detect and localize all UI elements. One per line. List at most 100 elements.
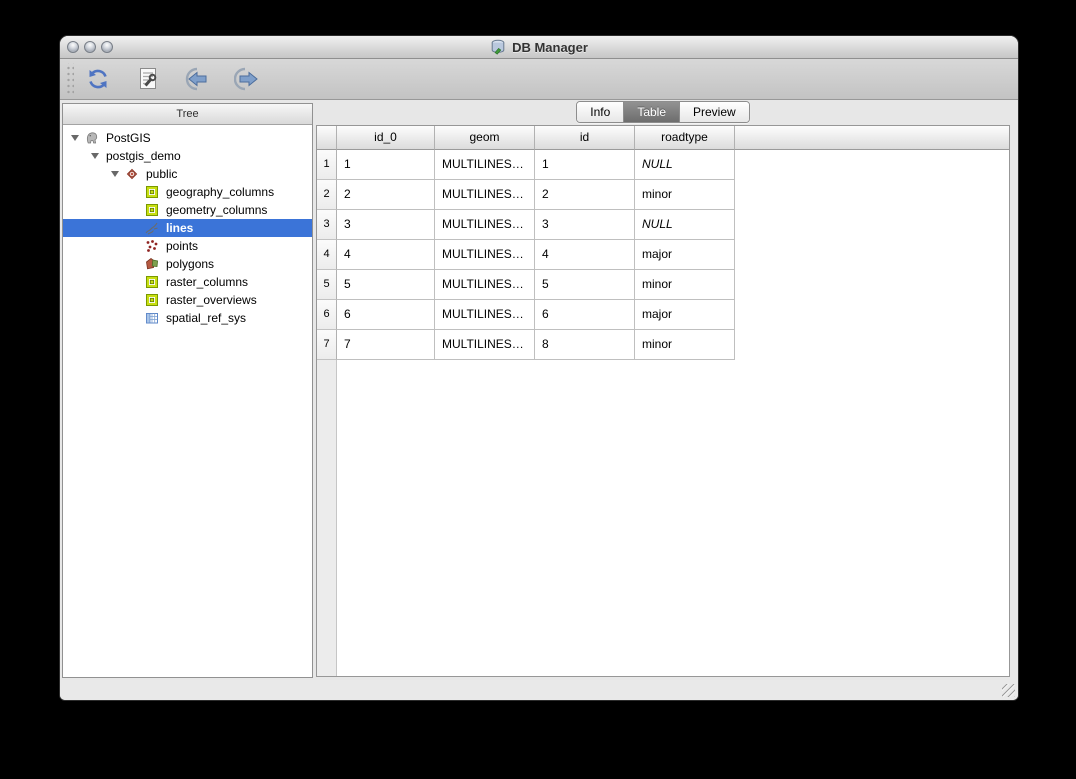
tree-item-label: polygons (166, 257, 215, 271)
cell-id_0[interactable]: 3 (337, 210, 435, 240)
cell-id_0[interactable]: 2 (337, 180, 435, 210)
sql-window-icon (136, 66, 160, 92)
expand-arrow-icon[interactable] (66, 135, 84, 141)
cell-geom[interactable]: MULTILINES… (435, 240, 535, 270)
cell-id_0[interactable]: 7 (337, 330, 435, 360)
tree-item-public[interactable]: public (63, 165, 312, 183)
tree-item-label: geometry_columns (166, 203, 268, 217)
polygon-layer-icon (144, 256, 160, 272)
titlebar[interactable]: DB Manager (60, 36, 1018, 59)
row-number[interactable]: 4 (317, 240, 337, 270)
cell-roadtype[interactable]: minor (635, 180, 735, 210)
table-panel: id_0 geom id roadtype 1 1 MULTILINES… 1 NULL 2 2 MU… (316, 125, 1010, 677)
cell-geom[interactable]: MULTILINES… (435, 330, 535, 360)
db-manager-window: DB Manager Tree PostGIS postgis_demo publi… (60, 36, 1018, 700)
tab-info[interactable]: Info (577, 102, 625, 122)
tree-item-spatial_ref_sys[interactable]: spatial_ref_sys (63, 309, 312, 327)
table-row: 1 1 MULTILINES… 1 NULL (317, 150, 1009, 180)
cell-id_0[interactable]: 4 (337, 240, 435, 270)
table-row: 4 4 MULTILINES… 4 major (317, 240, 1009, 270)
tree-item-raster_overviews[interactable]: raster_overviews (63, 291, 312, 309)
tree-item-label: geography_columns (166, 185, 275, 199)
cell-id_0[interactable]: 5 (337, 270, 435, 300)
tree-panel-header: Tree (63, 104, 312, 125)
toolbar-drag-handle[interactable] (65, 63, 74, 95)
status-bar (60, 680, 1018, 700)
line-layer-icon (144, 220, 160, 236)
cell-geom[interactable]: MULTILINES… (435, 300, 535, 330)
import-layer-button[interactable] (180, 62, 216, 96)
tree-item-points[interactable]: points (63, 237, 312, 255)
expand-arrow-icon[interactable] (106, 171, 124, 177)
export-icon (233, 67, 262, 91)
cell-roadtype[interactable]: minor (635, 270, 735, 300)
tree-item-label: lines (166, 221, 194, 235)
refresh-icon (85, 66, 111, 92)
tree-item-geography_columns[interactable]: geography_columns (63, 183, 312, 201)
table-row: 3 3 MULTILINES… 3 NULL (317, 210, 1009, 240)
expand-arrow-icon[interactable] (86, 153, 104, 159)
cell-id[interactable]: 2 (535, 180, 635, 210)
table-icon (144, 292, 160, 308)
tree-item-postgis_demo[interactable]: postgis_demo (63, 147, 312, 165)
tree-item-label: raster_columns (166, 275, 249, 289)
cell-id[interactable]: 6 (535, 300, 635, 330)
cell-roadtype[interactable]: major (635, 300, 735, 330)
sql-window-button[interactable] (130, 62, 166, 96)
resize-grip[interactable] (1002, 684, 1015, 697)
cell-roadtype[interactable]: major (635, 240, 735, 270)
table-icon (144, 202, 160, 218)
header-filler (735, 126, 1009, 150)
cell-roadtype[interactable]: NULL (635, 210, 735, 240)
tree-item-label: PostGIS (106, 131, 151, 145)
import-icon (184, 67, 212, 91)
column-header-id_0[interactable]: id_0 (337, 126, 435, 150)
tree-item-label: spatial_ref_sys (166, 311, 247, 325)
row-number[interactable]: 7 (317, 330, 337, 360)
tree-item-label: points (166, 239, 199, 253)
title-area: DB Manager (60, 36, 1018, 58)
database-tree: PostGIS postgis_demo public geography_colum… (63, 125, 312, 677)
row-number[interactable]: 2 (317, 180, 337, 210)
cell-geom[interactable]: MULTILINES… (435, 270, 535, 300)
cell-roadtype[interactable]: minor (635, 330, 735, 360)
cell-id[interactable]: 8 (535, 330, 635, 360)
cell-geom[interactable]: MULTILINES… (435, 150, 535, 180)
cell-id_0[interactable]: 1 (337, 150, 435, 180)
table-corner-header[interactable] (317, 126, 337, 150)
toolbar (60, 59, 1018, 100)
view-tabs-row: Info Table Preview (316, 101, 1010, 123)
cell-geom[interactable]: MULTILINES… (435, 180, 535, 210)
cell-id_0[interactable]: 6 (337, 300, 435, 330)
cell-roadtype[interactable]: NULL (635, 150, 735, 180)
window-title: DB Manager (512, 39, 588, 55)
table-row: 7 7 MULTILINES… 8 minor (317, 330, 1009, 360)
column-header-roadtype[interactable]: roadtype (635, 126, 735, 150)
row-number[interactable]: 6 (317, 300, 337, 330)
tree-panel: Tree PostGIS postgis_demo public geography_… (62, 103, 313, 678)
cell-id[interactable]: 3 (535, 210, 635, 240)
row-number[interactable]: 5 (317, 270, 337, 300)
tree-item-raster_columns[interactable]: raster_columns (63, 273, 312, 291)
column-header-geom[interactable]: geom (435, 126, 535, 150)
cell-geom[interactable]: MULTILINES… (435, 210, 535, 240)
cell-id[interactable]: 5 (535, 270, 635, 300)
tree-item-PostGIS[interactable]: PostGIS (63, 129, 312, 147)
table-row: 5 5 MULTILINES… 5 minor (317, 270, 1009, 300)
table-icon (144, 184, 160, 200)
tab-table[interactable]: Table (624, 102, 680, 122)
cell-id[interactable]: 1 (535, 150, 635, 180)
view-tabs: Info Table Preview (576, 101, 750, 123)
refresh-button[interactable] (80, 62, 116, 96)
tab-preview[interactable]: Preview (680, 102, 749, 122)
row-number[interactable]: 3 (317, 210, 337, 240)
cell-id[interactable]: 4 (535, 240, 635, 270)
tree-item-lines[interactable]: lines (63, 219, 312, 237)
table-row: 2 2 MULTILINES… 2 minor (317, 180, 1009, 210)
row-number[interactable]: 1 (317, 150, 337, 180)
tree-item-geometry_columns[interactable]: geometry_columns (63, 201, 312, 219)
tree-item-polygons[interactable]: polygons (63, 255, 312, 273)
column-header-id[interactable]: id (535, 126, 635, 150)
export-file-button[interactable] (230, 62, 266, 96)
main-content: Tree PostGIS postgis_demo public geography_… (60, 100, 1018, 680)
